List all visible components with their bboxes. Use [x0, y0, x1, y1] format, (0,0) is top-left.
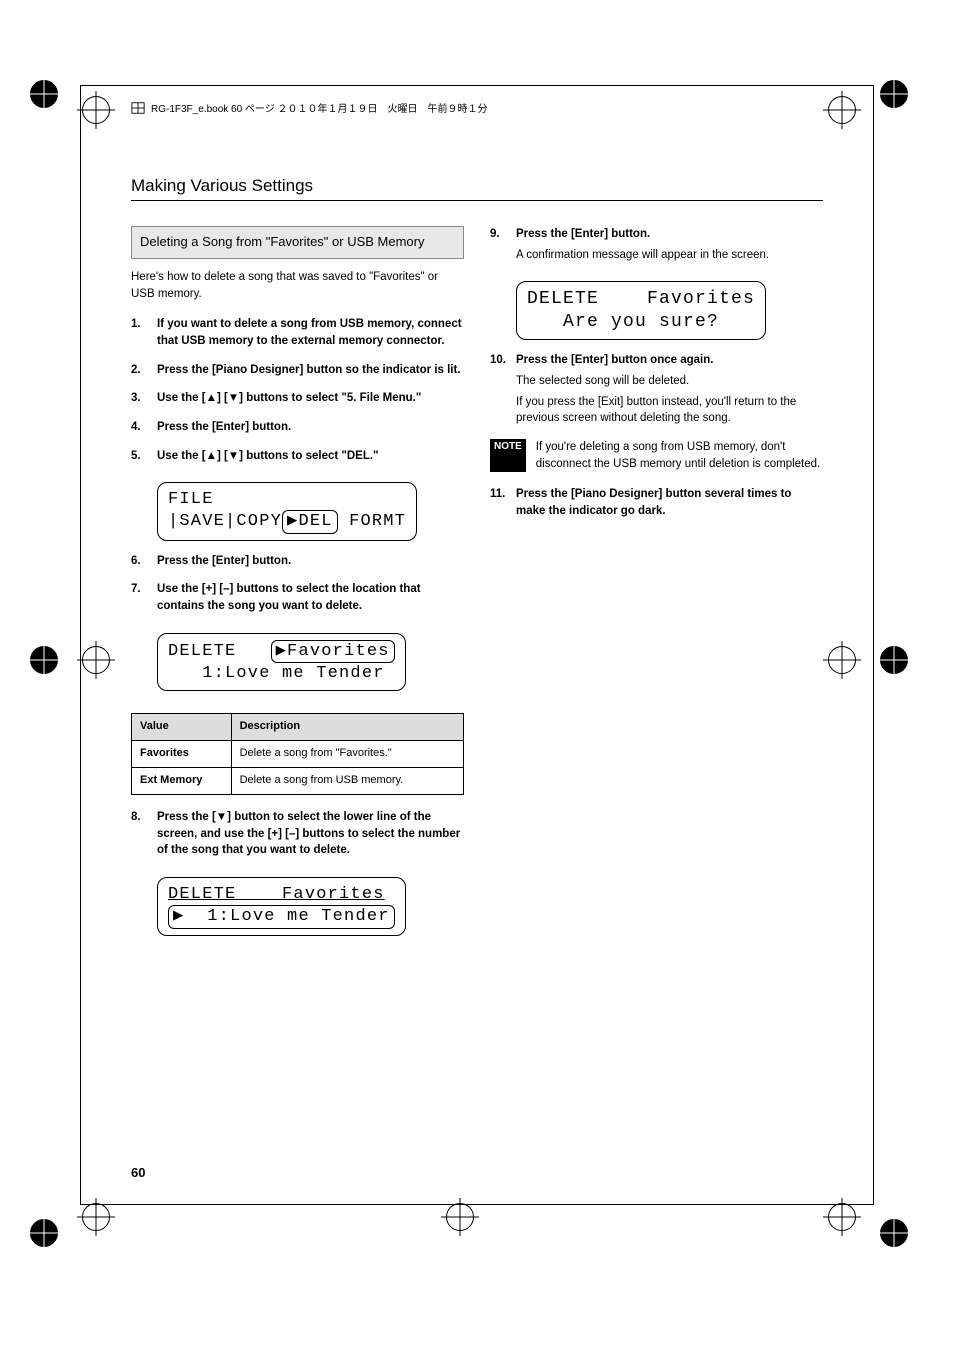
section-intro: Here's how to delete a song that was sav… [131, 269, 464, 302]
step-item: Press the [Enter] button once again. The… [490, 352, 823, 427]
note-label: NOTE [490, 439, 526, 472]
lcd-display: DELETE Favorites ▶ 1:Love me Tender [157, 877, 406, 936]
step-text: Use the [▲] [▼] buttons to select "5. Fi… [157, 392, 421, 404]
step-item: Use the [▲] [▼] buttons to select "DEL." [131, 448, 464, 465]
step-item: If you want to delete a song from USB me… [131, 316, 464, 349]
step-text: Use the [▲] [▼] buttons to select "DEL." [157, 450, 379, 462]
table-cell: Delete a song from USB memory. [231, 768, 463, 795]
step-item: Press the [Piano Designer] button severa… [490, 486, 823, 519]
values-table: Value Description Favorites Delete a son… [131, 713, 464, 795]
right-column: Press the [Enter] button. A confirmation… [490, 226, 823, 948]
steps-list: Press the [Piano Designer] button severa… [490, 486, 823, 519]
lcd-line: DELETE Favorites [168, 885, 385, 904]
table-header-row: Value Description [132, 714, 464, 741]
table-row: Favorites Delete a song from "Favorites.… [132, 741, 464, 768]
chapter-title: Making Various Settings [131, 176, 313, 196]
left-column: Deleting a Song from "Favorites" or USB … [131, 226, 464, 948]
table-cell: Ext Memory [132, 768, 232, 795]
step-text: Press the [Piano Designer] button so the… [157, 364, 461, 376]
table-header: Value [132, 714, 232, 741]
steps-list: Press the [Enter] button once again. The… [490, 352, 823, 427]
printer-mark-icon [24, 640, 64, 680]
printer-mark-icon [874, 640, 914, 680]
lcd-line: 1:Love me Tender [168, 664, 385, 683]
table-header: Description [231, 714, 463, 741]
section-heading: Deleting a Song from "Favorites" or USB … [131, 226, 464, 259]
step-item: Press the [Piano Designer] button so the… [131, 362, 464, 379]
step-text: Press the [Piano Designer] button severa… [516, 488, 791, 517]
step-item: Press the [▼] button to select the lower… [131, 809, 464, 859]
header-text: RG-1F3F_e.book 60 ページ ２０１０年１月１９日 火曜日 午前９… [151, 100, 488, 115]
steps-list: Press the [▼] button to select the lower… [131, 809, 464, 859]
lcd-display: DELETE ▶Favorites 1:Love me Tender [157, 633, 406, 692]
step-text: Press the [Enter] button. [157, 421, 291, 433]
lcd-selected: ▶DEL [282, 510, 338, 533]
lcd-selected: ▶ 1:Love me Tender [168, 905, 395, 928]
step-item: Press the [Enter] button. [131, 553, 464, 570]
table-cell: Favorites [132, 741, 232, 768]
page-frame: RG-1F3F_e.book 60 ページ ２０１０年１月１９日 火曜日 午前９… [80, 85, 874, 1205]
step-text: Press the [▼] button to select the lower… [157, 811, 460, 856]
step-text: Use the [+] [–] buttons to select the lo… [157, 583, 421, 612]
printer-mark-icon [874, 1213, 914, 1253]
lcd-line: Are you sure? [527, 312, 719, 332]
step-body: The selected song will be deleted. [516, 373, 823, 390]
lcd-line: |SAVE|COPY [168, 512, 282, 531]
step-item: Use the [+] [–] buttons to select the lo… [131, 581, 464, 614]
lcd-display: FILE |SAVE|COPY▶DEL FORMT [157, 482, 417, 541]
printer-mark-icon [24, 1213, 64, 1253]
book-icon [131, 101, 145, 115]
step-text: Press the [Enter] button. [516, 228, 650, 240]
step-body: A confirmation message will appear in th… [516, 247, 823, 264]
lcd-display: DELETE Favorites Are you sure? [516, 281, 766, 340]
page-number: 60 [131, 1165, 145, 1180]
lcd-line: FORMT [338, 512, 406, 531]
table-cell: Delete a song from "Favorites." [231, 741, 463, 768]
step-item: Use the [▲] [▼] buttons to select "5. Fi… [131, 390, 464, 407]
lcd-line: DELETE Favorites [527, 289, 755, 309]
lcd-selected: ▶Favorites [271, 640, 395, 663]
step-body: If you press the [Exit] button instead, … [516, 394, 823, 427]
note-text: If you're deleting a song from USB memor… [530, 439, 823, 472]
step-text: If you want to delete a song from USB me… [157, 318, 462, 347]
steps-list: Press the [Enter] button. A confirmation… [490, 226, 823, 263]
step-item: Press the [Enter] button. A confirmation… [490, 226, 823, 263]
steps-list: If you want to delete a song from USB me… [131, 316, 464, 464]
step-item: Press the [Enter] button. [131, 419, 464, 436]
chapter-rule [131, 200, 823, 201]
lcd-line: DELETE [168, 642, 271, 661]
printer-mark-icon [24, 74, 64, 114]
step-text: Press the [Enter] button. [157, 555, 291, 567]
lcd-line: FILE [168, 490, 214, 509]
table-row: Ext Memory Delete a song from USB memory… [132, 768, 464, 795]
running-header: RG-1F3F_e.book 60 ページ ２０１０年１月１９日 火曜日 午前９… [131, 100, 823, 115]
steps-list: Press the [Enter] button. Use the [+] [–… [131, 553, 464, 615]
note-block: NOTE If you're deleting a song from USB … [490, 439, 823, 472]
step-text: Press the [Enter] button once again. [516, 354, 713, 366]
printer-mark-icon [874, 74, 914, 114]
